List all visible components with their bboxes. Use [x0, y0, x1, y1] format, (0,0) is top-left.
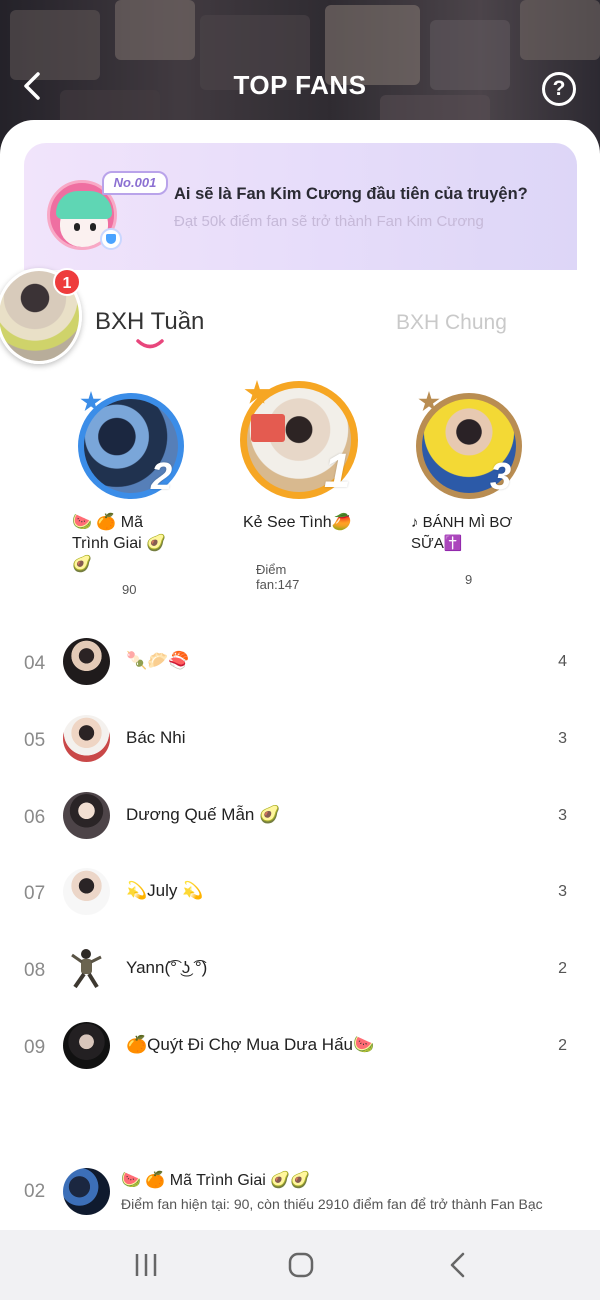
avatar — [63, 638, 110, 685]
recent-apps-icon[interactable] — [133, 1252, 159, 1278]
fan-name: 🍊Quýt Đi Chợ Mua Dưa Hấu🍉 — [126, 1035, 375, 1054]
avatar — [63, 1022, 110, 1069]
list-item[interactable]: 07 💫July 💫 3 — [0, 867, 600, 927]
tab-weekly-ranking[interactable]: BXH Tuần — [95, 308, 204, 336]
fan-name: Yann(͡° ͜ʖ ͡°) — [126, 958, 208, 977]
fan-name: Bác Nhi — [126, 728, 186, 747]
notification-badge: 1 — [53, 268, 81, 296]
avatar — [63, 792, 110, 839]
list-item[interactable]: 09 🍊Quýt Đi Chợ Mua Dưa Hấu🍉 2 — [0, 1021, 600, 1081]
rank-number: 09 — [24, 1037, 46, 1058]
list-item[interactable]: 06 Dương Quế Mẫn 🥑 3 — [0, 791, 600, 851]
podium-score: 90 — [122, 582, 137, 597]
fan-score: 2 — [558, 1037, 567, 1054]
podium-score: Điểm fan:147 — [256, 562, 300, 592]
my-rank: 02 — [24, 1181, 46, 1202]
fan-score: 3 — [558, 883, 567, 900]
my-avatar — [63, 1168, 110, 1215]
banner-title: Ai sẽ là Fan Kim Cương đầu tiên của truy… — [174, 185, 528, 203]
podium-name: 🍉 🍊 Mã Trình Giai 🥑🥑 — [72, 514, 167, 573]
rank-number: 08 — [24, 960, 46, 981]
fan-score: 3 — [558, 730, 567, 747]
shield-icon — [100, 228, 122, 250]
podium-name: ♪ BÁNH MÌ BƠ SỮA✝️ — [411, 514, 513, 552]
list-item[interactable]: 05 Bác Nhi 3 — [0, 714, 600, 774]
help-button[interactable]: ? — [542, 72, 576, 106]
fan-score: 4 — [558, 653, 567, 670]
active-tab-indicator — [136, 339, 164, 349]
rank-number: 05 — [24, 730, 46, 751]
sticker-label-icon — [251, 414, 285, 442]
list-item[interactable]: 04 🍡🥟🍣 4 — [0, 637, 600, 697]
system-navigation-bar — [0, 1230, 600, 1300]
banner-subtitle: Đạt 50k điểm fan sẽ trở thành Fan Kim Cư… — [174, 213, 484, 230]
avatar — [63, 715, 110, 762]
fan-score: 2 — [558, 960, 567, 977]
my-name: 🍉 🍊 Mã Trình Giai 🥑🥑 — [121, 1172, 311, 1189]
tab-overall-ranking[interactable]: BXH Chung — [396, 311, 507, 335]
home-icon[interactable] — [288, 1252, 314, 1278]
page-title: TOP FANS — [233, 70, 367, 100]
podium-name: Kẻ See Tình🥭 — [243, 514, 352, 531]
rank-number: 04 — [24, 653, 46, 674]
fan-score: 3 — [558, 807, 567, 824]
rank-number: 06 — [24, 807, 46, 828]
rank-number-badge: No.001 — [102, 171, 168, 195]
podium-score: 9 — [465, 572, 473, 587]
system-back-icon[interactable] — [446, 1252, 472, 1278]
fan-name: 💫July 💫 — [126, 881, 204, 900]
fan-name: Dương Quế Mẫn 🥑 — [126, 805, 281, 824]
fan-name: 🍡🥟🍣 — [126, 651, 190, 670]
avatar — [63, 868, 110, 915]
dancer-figure-icon — [71, 949, 102, 989]
avatar — [63, 945, 110, 992]
list-item[interactable]: 08 Yann(͡° ͜ʖ ͡°) 2 — [0, 944, 600, 1004]
my-progress-text: Điểm fan hiện tại: 90, còn thiếu 2910 đi… — [121, 1196, 543, 1212]
rank-number: 07 — [24, 883, 46, 904]
